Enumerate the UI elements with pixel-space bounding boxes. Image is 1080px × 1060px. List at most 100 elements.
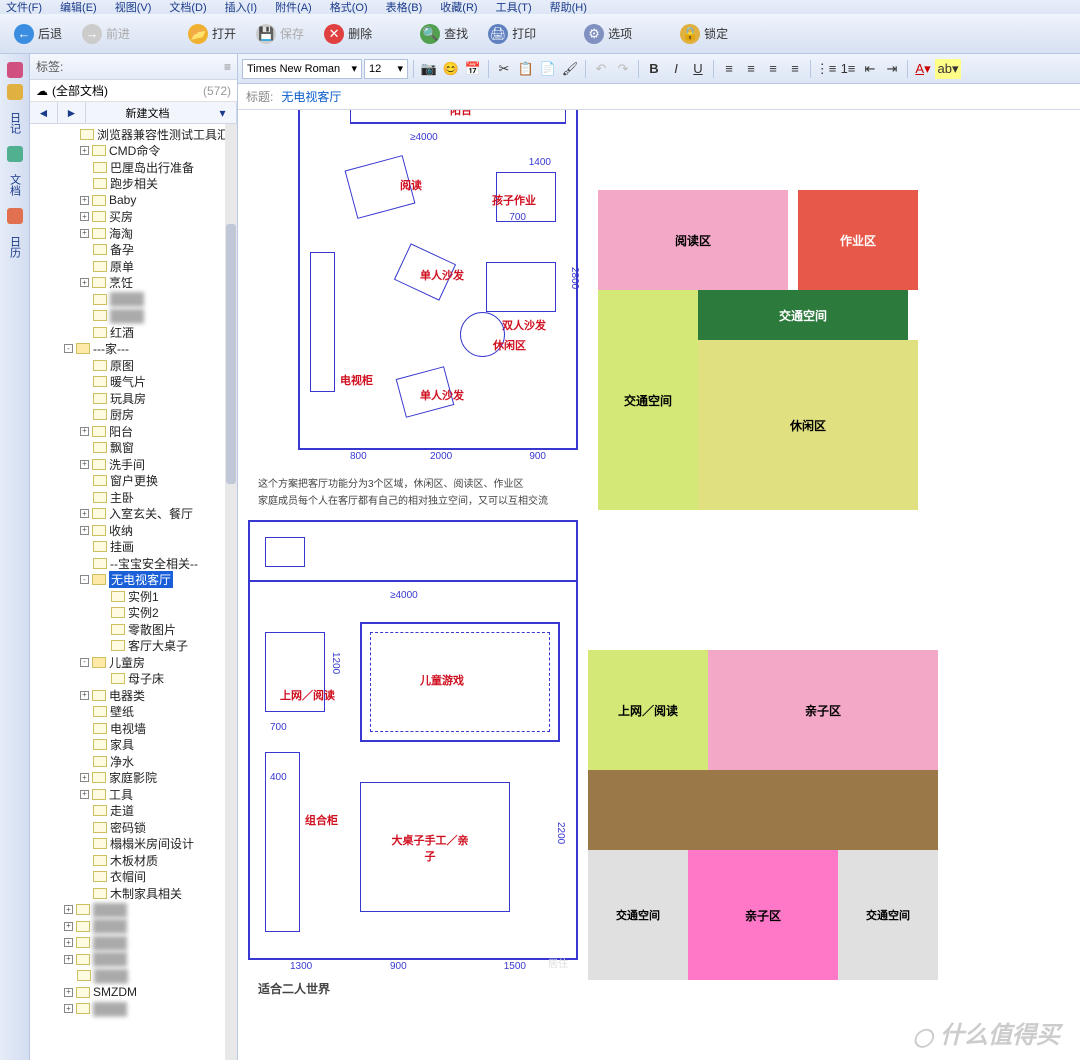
tree-node[interactable]: 窗户更换 [30, 473, 225, 490]
tab-diary[interactable]: 日记 [5, 106, 25, 140]
tree-node[interactable]: +洗手间 [30, 456, 225, 473]
tree-node[interactable]: 客厅大桌子 [30, 638, 225, 655]
tree-node[interactable]: +阳台 [30, 423, 225, 440]
tree-node[interactable]: +烹饪 [30, 275, 225, 292]
expand-icon[interactable]: + [80, 278, 89, 287]
tree-node[interactable]: 原单 [30, 258, 225, 275]
tree-node[interactable]: 暖气片 [30, 374, 225, 391]
tree-node[interactable]: +████ [30, 918, 225, 935]
tree-node[interactable]: 浏览器兼容性测试工具汇总 [30, 126, 225, 143]
tree-node[interactable]: +买房 [30, 209, 225, 226]
tree-node[interactable]: 母子床 [30, 671, 225, 688]
menu-item[interactable]: 格式(O) [330, 0, 368, 15]
open-button[interactable]: 📂打开 [182, 22, 242, 46]
align-right-button[interactable]: ≡ [763, 59, 783, 79]
menu-item[interactable]: 附件(A) [275, 0, 312, 15]
tag-bar[interactable]: 标签:≡ [30, 54, 237, 80]
font-select[interactable]: Times New Roman▾ [242, 59, 362, 79]
expand-icon[interactable]: + [64, 1004, 73, 1013]
document-title[interactable]: 无电视客厅 [281, 88, 341, 105]
options-button[interactable]: ⚙选项 [578, 22, 638, 46]
tree-node[interactable]: ████ [30, 291, 225, 308]
tree-node[interactable]: 家具 [30, 737, 225, 754]
forward-button[interactable]: →前进 [76, 22, 136, 46]
expand-icon[interactable]: + [80, 773, 89, 782]
tree-node[interactable]: 实例2 [30, 605, 225, 622]
tree-node[interactable]: ----家--- [30, 341, 225, 358]
tree-node[interactable]: +CMD命令 [30, 143, 225, 160]
calendar-icon[interactable]: 📅 [463, 59, 483, 79]
tree-node[interactable]: +工具 [30, 786, 225, 803]
expand-icon[interactable]: + [64, 988, 73, 997]
find-button[interactable]: 🔍查找 [414, 22, 474, 46]
tree-node[interactable]: 密码锁 [30, 819, 225, 836]
tree-node[interactable]: 红酒 [30, 324, 225, 341]
tree-node[interactable]: 原图 [30, 357, 225, 374]
outdent-button[interactable]: ⇤ [860, 59, 880, 79]
redo-icon[interactable]: ↷ [613, 59, 633, 79]
save-button[interactable]: 💾保存 [250, 22, 310, 46]
font-color-button[interactable]: A▾ [913, 59, 933, 79]
tree-node[interactable]: +家庭影院 [30, 770, 225, 787]
scrollbar-thumb[interactable] [226, 224, 236, 484]
font-size-select[interactable]: 12▾ [364, 59, 408, 79]
nav-next-button[interactable]: ► [58, 102, 86, 123]
list-number-button[interactable]: 1≡ [838, 59, 858, 79]
expand-icon[interactable]: + [80, 460, 89, 469]
note-icon[interactable] [7, 84, 23, 100]
tree-node[interactable]: 玩具房 [30, 390, 225, 407]
menu-item[interactable]: 文档(D) [169, 0, 206, 15]
tree-node[interactable]: +收纳 [30, 522, 225, 539]
tree-node[interactable]: 实例1 [30, 588, 225, 605]
expand-icon[interactable]: + [80, 427, 89, 436]
expand-icon[interactable]: + [80, 691, 89, 700]
tree-node[interactable]: 壁纸 [30, 704, 225, 721]
expand-icon[interactable]: + [64, 922, 73, 931]
expand-icon[interactable]: + [64, 905, 73, 914]
tree-node[interactable]: 木制家具相关 [30, 885, 225, 902]
tree-node[interactable]: +电器类 [30, 687, 225, 704]
tree-node[interactable]: 巴厘岛出行准备 [30, 159, 225, 176]
expand-icon[interactable]: + [80, 229, 89, 238]
tree-node[interactable]: 衣帽间 [30, 869, 225, 886]
undo-icon[interactable]: ↶ [591, 59, 611, 79]
tree-node[interactable]: +SMZDM [30, 984, 225, 1001]
tree-node[interactable]: 挂画 [30, 539, 225, 556]
tree-node[interactable]: 飘窗 [30, 440, 225, 457]
delete-button[interactable]: ✕删除 [318, 22, 378, 46]
tree-node[interactable]: 零散图片 [30, 621, 225, 638]
menu-item[interactable]: 文件(F) [6, 0, 42, 15]
highlight-button[interactable]: ab▾ [935, 59, 961, 79]
gear-icon[interactable] [7, 62, 23, 78]
tree-node[interactable]: 厨房 [30, 407, 225, 424]
expand-icon[interactable]: + [64, 955, 73, 964]
tree-node[interactable]: ████ [30, 308, 225, 325]
tree-node[interactable]: 电视墙 [30, 720, 225, 737]
menu-item[interactable]: 编辑(E) [60, 0, 97, 15]
screenshot-icon[interactable]: 📷 [419, 59, 439, 79]
all-docs-row[interactable]: ☁(全部文档)(572) [30, 80, 237, 102]
back-button[interactable]: ←后退 [8, 22, 68, 46]
tab-calendar[interactable]: 日历 [5, 230, 25, 264]
underline-button[interactable]: U [688, 59, 708, 79]
scrollbar[interactable] [225, 124, 237, 1060]
tree-node[interactable]: +海淘 [30, 225, 225, 242]
copy-icon[interactable]: 📋 [516, 59, 536, 79]
tree-node[interactable]: 木板材质 [30, 852, 225, 869]
expand-icon[interactable]: + [80, 526, 89, 535]
cut-icon[interactable]: ✂ [494, 59, 514, 79]
emoji-icon[interactable]: 😊 [441, 59, 461, 79]
menu-item[interactable]: 表格(B) [386, 0, 423, 15]
tree-node[interactable]: --宝宝安全相关-- [30, 555, 225, 572]
expand-icon[interactable]: + [80, 212, 89, 221]
menu-item[interactable]: 工具(T) [496, 0, 532, 15]
menu-item[interactable]: 收藏(R) [440, 0, 477, 15]
tree-node[interactable]: +████ [30, 1001, 225, 1018]
align-center-button[interactable]: ≡ [741, 59, 761, 79]
tree-node[interactable]: +Baby [30, 192, 225, 209]
brush-icon[interactable]: 🖌 [560, 59, 580, 79]
tree-node[interactable]: +████ [30, 951, 225, 968]
expand-icon[interactable]: + [64, 938, 73, 947]
tree-node[interactable]: ████ [30, 968, 225, 985]
nav-dropdown-button[interactable]: ▾ [209, 102, 237, 123]
